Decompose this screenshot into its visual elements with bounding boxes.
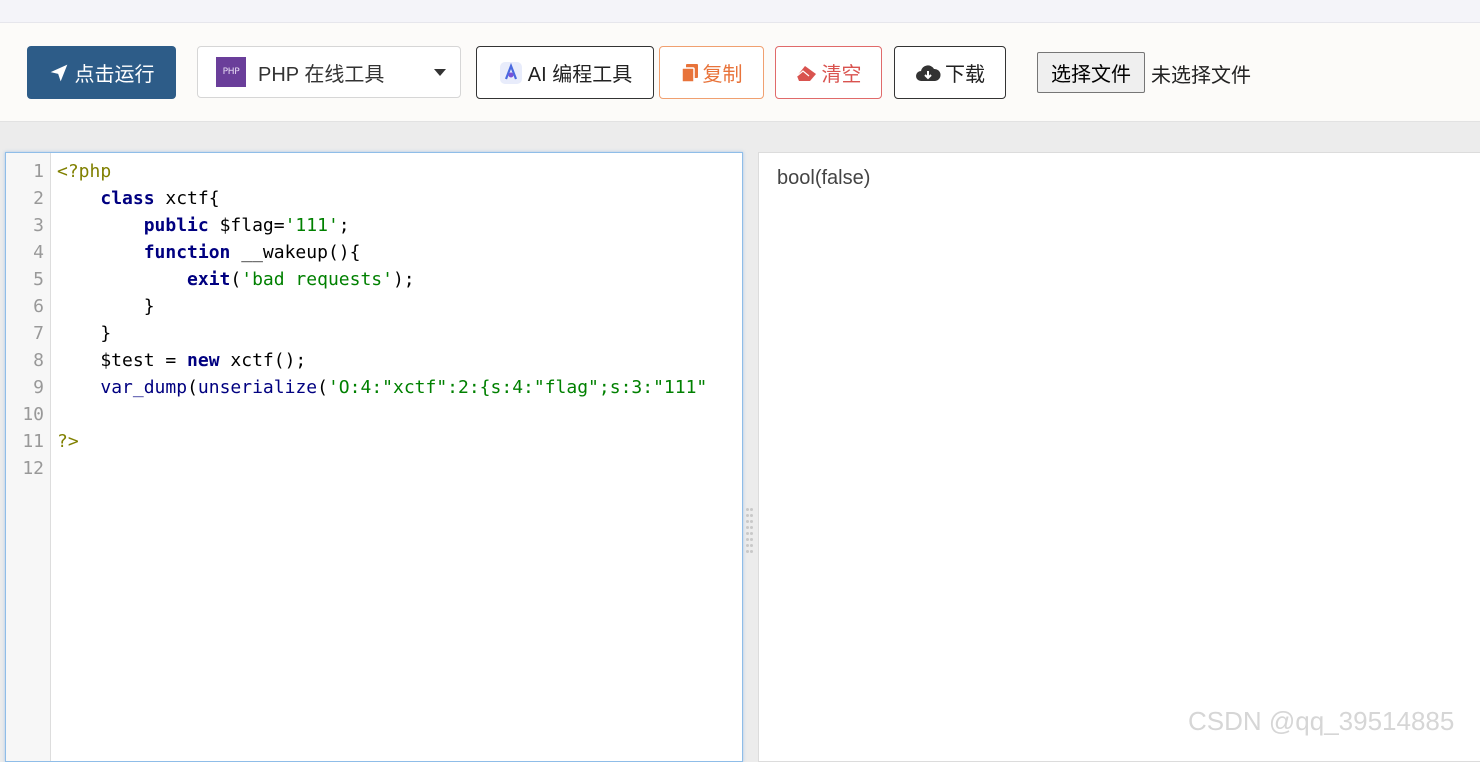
file-status: 未选择文件 [1151,65,1251,87]
copy-label: 复制 [702,64,743,86]
top-strip [0,0,1480,23]
line-number: 8 [33,350,44,371]
php-logo-text: PHP [222,67,240,77]
code-line: public $flag='111'; [143,215,350,236]
cloud-download-icon [916,64,941,81]
line-number: 10 [22,404,44,425]
code-line: } [57,296,155,317]
code-line: function __wakeup(){ [143,242,361,263]
paper-plane-icon [50,64,67,81]
code-line: } [57,323,112,344]
line-number: 4 [33,242,44,263]
choose-file-button[interactable]: 选择文件 [1037,52,1145,93]
ai-tool-button[interactable]: AI 编程工具 [476,46,654,99]
line-number: 12 [22,458,44,479]
code-line: <?php [57,161,112,182]
clear-button[interactable]: 清空 [775,46,882,99]
code-line: $test = new xctf(); [57,350,307,371]
ai-tool-label: AI 编程工具 [527,64,633,86]
code-line: var_dump(unserialize('O:4:"xctf":2:{s:4:… [100,377,708,398]
chevron-down-icon [434,69,446,76]
line-gutter: 1 2 3 4 5 6 7 8 9 10 11 12 [6,153,51,761]
code-editor[interactable]: 1 2 3 4 5 6 7 8 9 10 11 12 <?php class x… [5,152,743,762]
copy-icon [680,63,698,83]
download-label: 下载 [945,64,985,86]
code-line: class xctf{ [100,188,220,209]
run-button-label: 点击运行 [74,64,155,86]
code-line: ?> [57,431,79,452]
ai-logo-icon [499,61,522,84]
toolbar: 点击运行 PHP PHP 在线工具 AI 编程工具 复制 清空 下载 选择文件 … [0,23,1480,122]
line-number: 2 [33,188,44,209]
language-select-label: PHP 在线工具 [258,63,385,86]
line-number: 9 [33,377,44,398]
pane-splitter-handle[interactable] [746,508,754,558]
clear-label: 清空 [821,64,862,86]
php-logo-icon: PHP [216,57,246,87]
code-line: exit('bad requests'); [187,269,415,290]
line-number: 1 [33,161,44,182]
line-number: 3 [33,215,44,236]
copy-button[interactable]: 复制 [659,46,764,99]
line-number: 5 [33,269,44,290]
language-select[interactable]: PHP PHP 在线工具 [197,46,461,98]
line-number: 6 [33,296,44,317]
run-button[interactable]: 点击运行 [27,46,176,99]
output-text: bool(false) [777,167,871,189]
line-number: 11 [22,431,44,452]
line-number: 7 [33,323,44,344]
download-button[interactable]: 下载 [894,46,1006,99]
output-panel: bool(false) [758,152,1480,762]
eraser-icon [796,65,816,81]
watermark: CSDN @qq_39514885 [1188,706,1455,736]
